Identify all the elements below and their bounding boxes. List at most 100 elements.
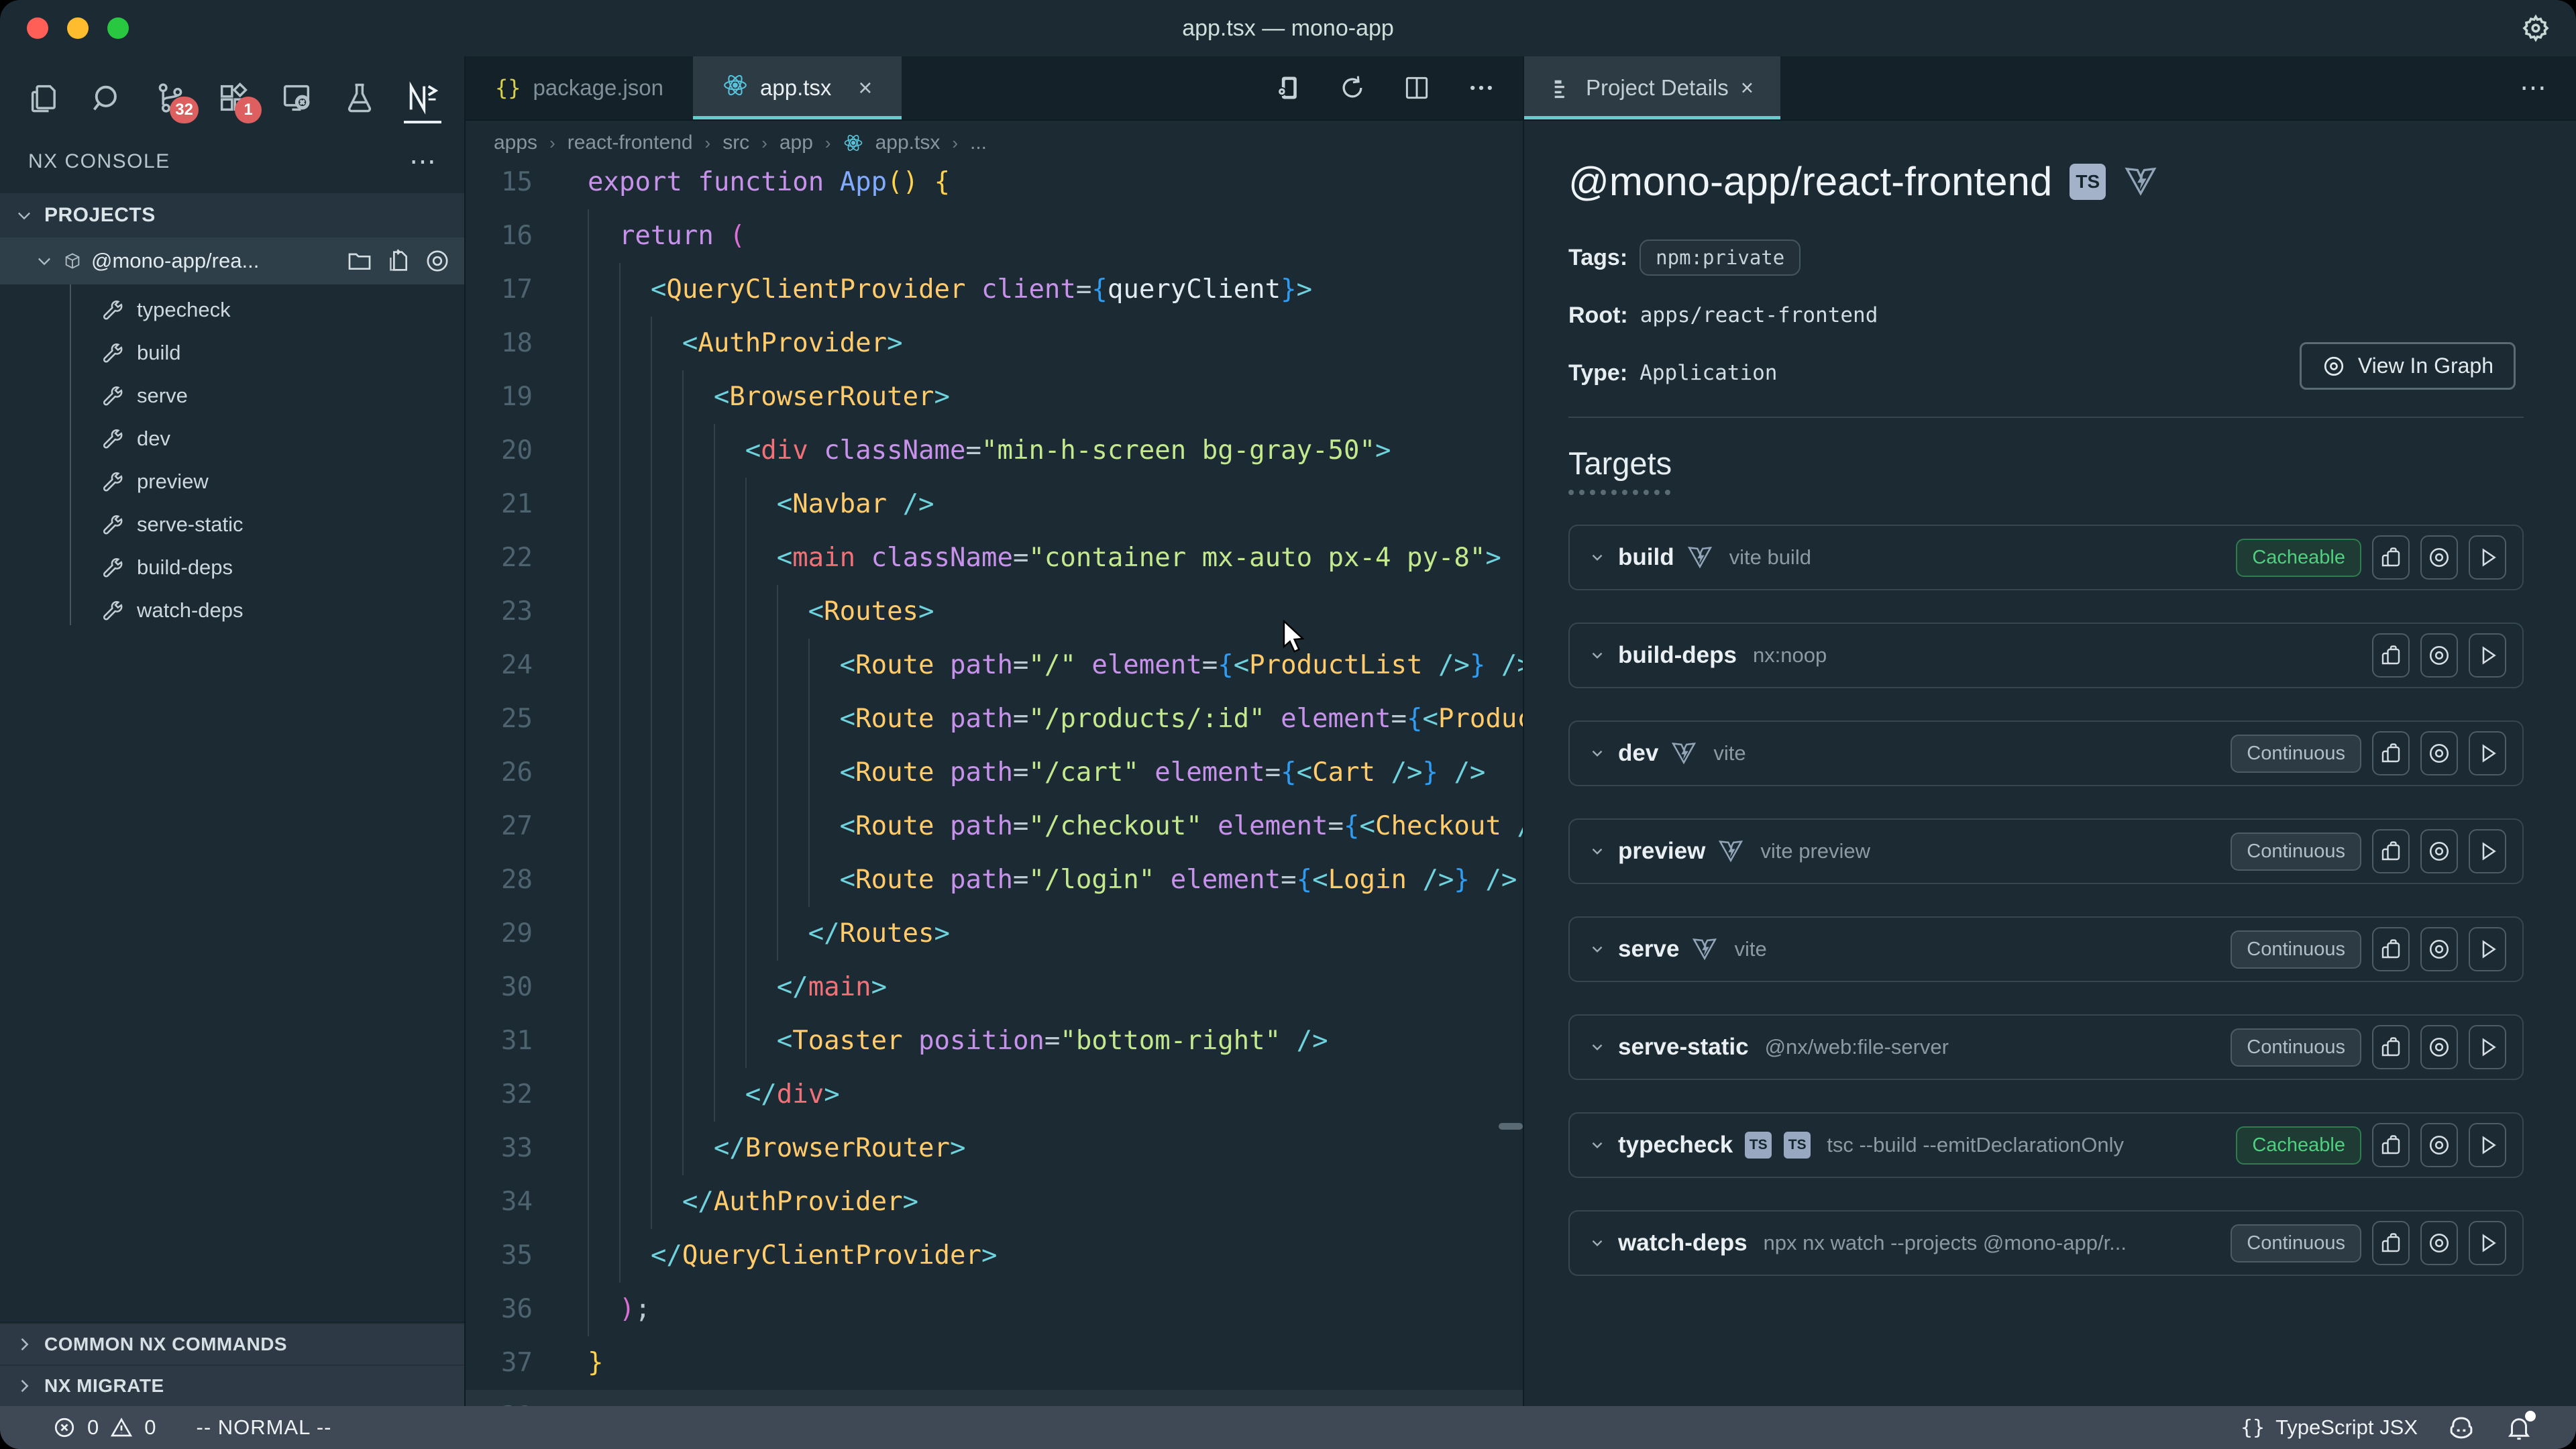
code-line-37[interactable]: 37} — [466, 1336, 1523, 1390]
tab-app-tsx[interactable]: app.tsx × — [693, 56, 902, 119]
extensions-icon[interactable]: 1 — [216, 80, 251, 115]
sidebar-section-common-nx-commands[interactable]: COMMON NX COMMANDS — [0, 1323, 464, 1364]
code-line-38[interactable]: 38 — [466, 1390, 1523, 1406]
search-icon[interactable] — [90, 80, 125, 115]
copy-task-button[interactable] — [2372, 829, 2410, 873]
code-line-26[interactable]: 26<Route path="/cart" element={<Cart />}… — [466, 746, 1523, 800]
run-target-button[interactable] — [2469, 1123, 2506, 1167]
code-line-28[interactable]: 28<Route path="/login" element={<Login /… — [466, 853, 1523, 907]
nx-console-icon[interactable] — [405, 80, 440, 115]
close-tab-icon[interactable]: × — [1741, 75, 1754, 101]
tab-project-details[interactable]: Project Details × — [1524, 56, 1780, 119]
folder-icon[interactable] — [346, 248, 373, 274]
run-target-button[interactable] — [2469, 1221, 2506, 1265]
language-mode[interactable]: {} TypeScript JSX — [2241, 1415, 2418, 1440]
copy-task-button[interactable] — [2372, 731, 2410, 775]
view-target-button[interactable] — [2420, 535, 2458, 580]
editor-scrollbar-thumb[interactable] — [1499, 1123, 1523, 1130]
tab-package-json[interactable]: {} package.json — [466, 56, 693, 119]
breadcrumb-item[interactable]: app.tsx — [875, 131, 941, 154]
sidebar-target-watch-deps[interactable]: watch-deps — [0, 589, 464, 632]
code-line-36[interactable]: 36); — [466, 1283, 1523, 1336]
run-target-button[interactable] — [2469, 927, 2506, 971]
testing-beaker-icon[interactable] — [342, 80, 377, 115]
view-target-button[interactable] — [2420, 731, 2458, 775]
copy-task-button[interactable] — [2372, 535, 2410, 580]
code-line-20[interactable]: 20<div className="min-h-screen bg-gray-5… — [466, 424, 1523, 478]
code-line-18[interactable]: 18<AuthProvider> — [466, 317, 1523, 370]
code-line-27[interactable]: 27<Route path="/checkout" element={<Chec… — [466, 800, 1523, 853]
target-card-watch-deps[interactable]: watch-depsnpx nx watch --projects @mono-… — [1568, 1210, 2524, 1276]
code-line-31[interactable]: 31<Toaster position="bottom-right" /> — [466, 1014, 1523, 1068]
target-card-serve-static[interactable]: serve-static@nx/web:file-serverContinuou… — [1568, 1014, 2524, 1080]
close-tab-icon[interactable]: × — [858, 74, 872, 102]
copy-task-button[interactable] — [2372, 1221, 2410, 1265]
run-target-button[interactable] — [2469, 731, 2506, 775]
target-icon[interactable] — [424, 248, 451, 274]
problems-indicator[interactable]: 0 0 -- NORMAL -- — [0, 1415, 332, 1440]
more-actions-icon[interactable] — [1466, 73, 1496, 103]
sidebar-more-actions[interactable]: ⋯ — [409, 155, 439, 168]
breadcrumb-item[interactable]: src — [722, 131, 749, 154]
target-card-typecheck[interactable]: typecheckTSTStsc --build --emitDeclarati… — [1568, 1112, 2524, 1178]
copy-task-button[interactable] — [2372, 927, 2410, 971]
projects-section-header[interactable]: PROJECTS — [0, 193, 464, 237]
code-line-33[interactable]: 33</BrowserRouter> — [466, 1122, 1523, 1175]
view-target-button[interactable] — [2420, 1123, 2458, 1167]
generate-file-icon[interactable] — [385, 248, 412, 274]
target-card-preview[interactable]: previewvite previewContinuous — [1568, 818, 2524, 884]
project-tree-item[interactable]: @mono-app/rea... — [0, 237, 464, 284]
copy-task-button[interactable] — [2372, 1123, 2410, 1167]
sidebar-target-build-deps[interactable]: build-deps — [0, 546, 464, 589]
details-more-actions[interactable]: ⋯ — [2520, 81, 2549, 95]
breadcrumb-item[interactable]: ... — [970, 131, 987, 154]
run-target-button[interactable] — [2469, 1025, 2506, 1069]
run-target-button[interactable] — [2469, 829, 2506, 873]
code-line-17[interactable]: 17<QueryClientProvider client={queryClie… — [466, 263, 1523, 317]
run-target-button[interactable] — [2469, 633, 2506, 678]
sidebar-target-typecheck[interactable]: typecheck — [0, 288, 464, 331]
source-control-icon[interactable]: 32 — [153, 80, 188, 115]
view-target-button[interactable] — [2420, 829, 2458, 873]
view-target-button[interactable] — [2420, 1025, 2458, 1069]
code-line-21[interactable]: 21<Navbar /> — [466, 478, 1523, 531]
sidebar-target-serve-static[interactable]: serve-static — [0, 503, 464, 546]
breadcrumb-item[interactable]: react-frontend — [568, 131, 693, 154]
breadcrumb-item[interactable]: app — [780, 131, 813, 154]
view-target-button[interactable] — [2420, 1221, 2458, 1265]
code-lines[interactable]: 15export function App() {16return (17<Qu… — [466, 156, 1523, 1406]
view-target-button[interactable] — [2420, 927, 2458, 971]
code-line-25[interactable]: 25<Route path="/products/:id" element={<… — [466, 692, 1523, 746]
code-line-22[interactable]: 22<main className="container mx-auto px-… — [466, 531, 1523, 585]
run-target-button[interactable] — [2469, 535, 2506, 580]
open-settings-icon[interactable] — [1273, 73, 1303, 103]
copilot-icon[interactable] — [2447, 1413, 2475, 1442]
explorer-icon[interactable] — [27, 80, 62, 115]
view-in-graph-button[interactable]: View In Graph — [2300, 342, 2516, 390]
code-line-19[interactable]: 19<BrowserRouter> — [466, 370, 1523, 424]
split-editor-icon[interactable] — [1402, 73, 1432, 103]
settings-gear-icon[interactable] — [2520, 12, 2552, 44]
refresh-icon[interactable] — [1338, 73, 1367, 103]
target-card-dev[interactable]: devviteContinuous — [1568, 720, 2524, 786]
copy-task-button[interactable] — [2372, 1025, 2410, 1069]
code-line-35[interactable]: 35</QueryClientProvider> — [466, 1229, 1523, 1283]
code-line-16[interactable]: 16return ( — [466, 209, 1523, 263]
copy-task-button[interactable] — [2372, 633, 2410, 678]
sidebar-target-dev[interactable]: dev — [0, 417, 464, 460]
breadcrumb-item[interactable]: apps — [494, 131, 537, 154]
view-target-button[interactable] — [2420, 633, 2458, 678]
remote-explorer-icon[interactable] — [279, 80, 314, 115]
code-line-30[interactable]: 30</main> — [466, 961, 1523, 1014]
sidebar-target-preview[interactable]: preview — [0, 460, 464, 503]
code-line-34[interactable]: 34</AuthProvider> — [466, 1175, 1523, 1229]
code-line-15[interactable]: 15export function App() { — [466, 156, 1523, 209]
target-card-serve[interactable]: serveviteContinuous — [1568, 916, 2524, 982]
target-card-build-deps[interactable]: build-depsnx:noop — [1568, 623, 2524, 688]
code-line-23[interactable]: 23<Routes> — [466, 585, 1523, 639]
sidebar-target-serve[interactable]: serve — [0, 374, 464, 417]
sidebar-target-build[interactable]: build — [0, 331, 464, 374]
code-line-24[interactable]: 24<Route path="/" element={<ProductList … — [466, 639, 1523, 692]
target-card-build[interactable]: buildvite buildCacheable — [1568, 525, 2524, 590]
code-line-29[interactable]: 29</Routes> — [466, 907, 1523, 961]
